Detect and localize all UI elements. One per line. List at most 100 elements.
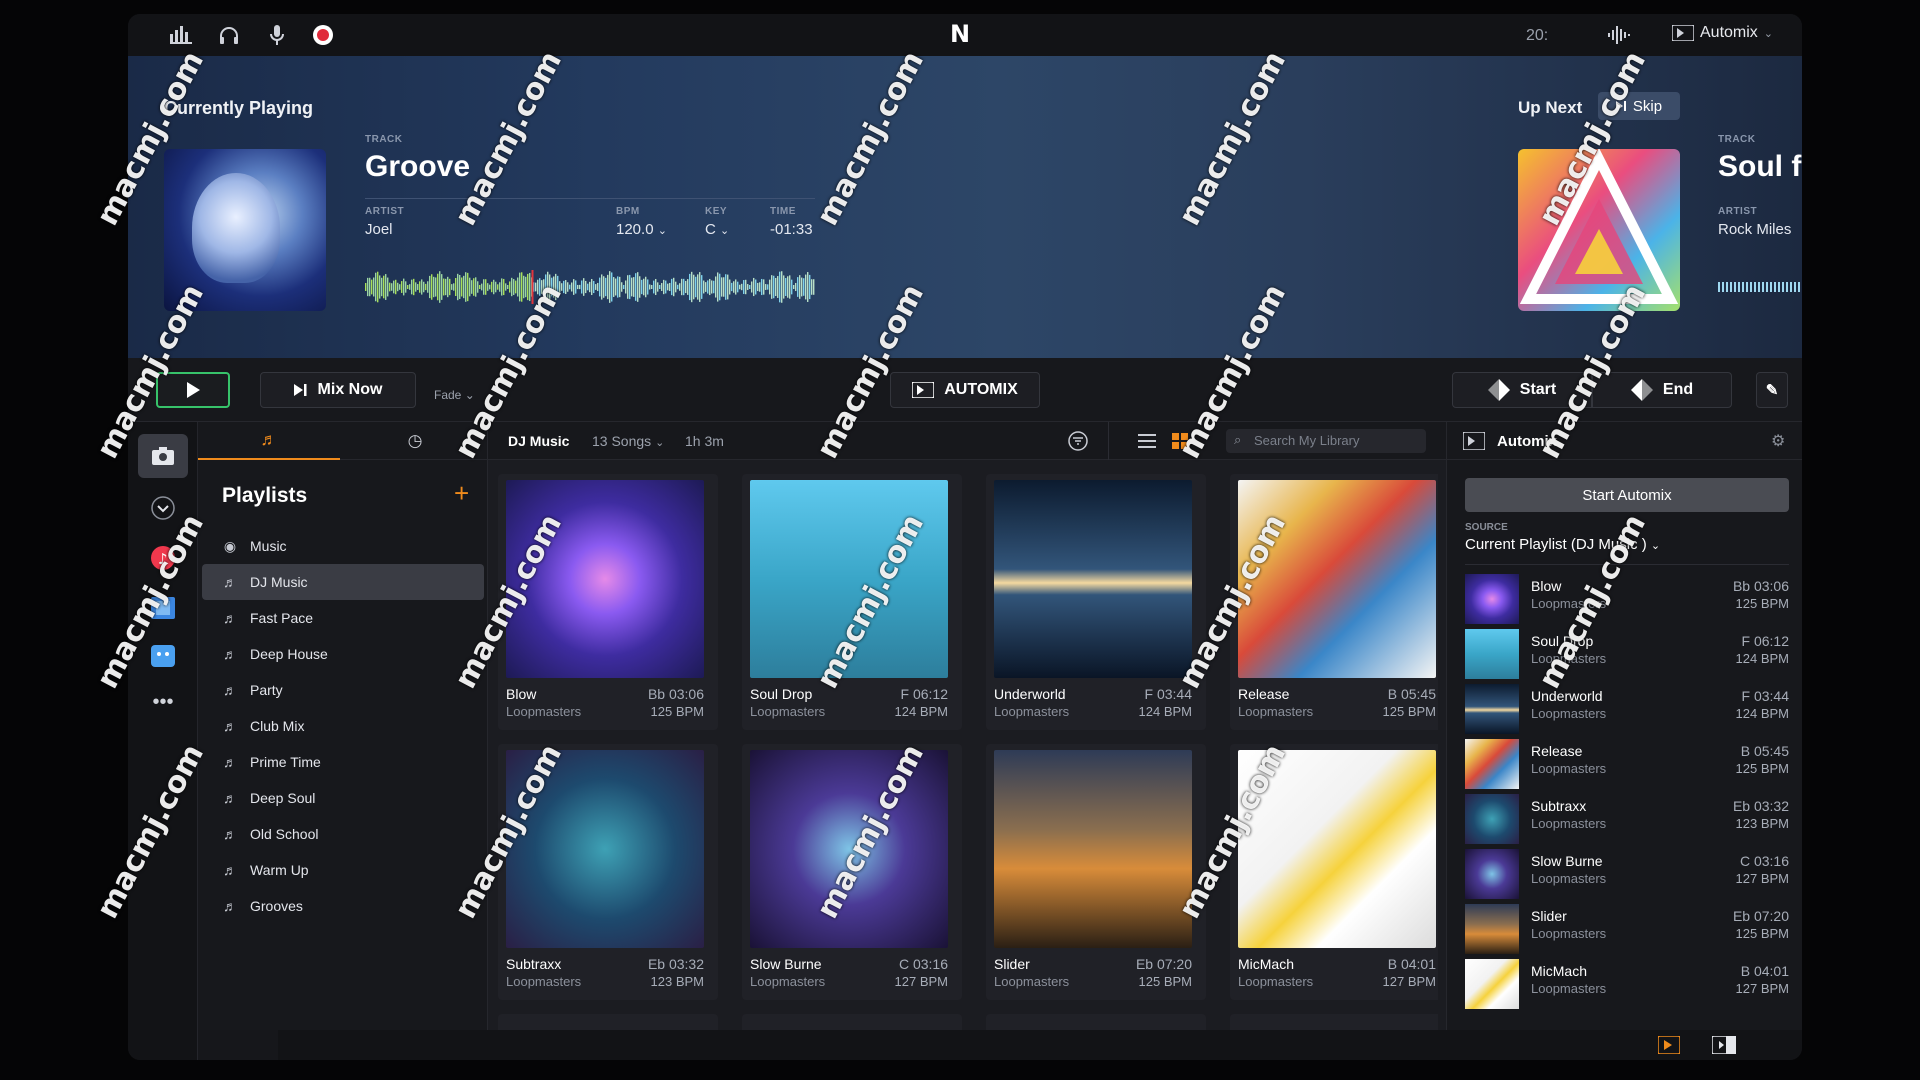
playlist-item[interactable]: ♬ Club Mix [202, 708, 484, 744]
waveform-bar [619, 276, 621, 298]
playlist-item[interactable]: ◉ Music [202, 528, 484, 564]
library-duration: 1h 3m [685, 433, 724, 449]
waveform-bar [459, 274, 461, 300]
end-point-button[interactable]: End [1592, 372, 1732, 408]
automix-play-icon[interactable] [1657, 1035, 1681, 1059]
waveform-bar [513, 279, 515, 295]
automix-button[interactable]: AUTOMIX [890, 372, 1040, 408]
automix-menu[interactable]: Automix ⌄ [1672, 24, 1773, 42]
waveform-bar [455, 278, 457, 296]
waveform-bar [497, 284, 499, 290]
playlist-item[interactable]: ♬ Grooves [202, 888, 484, 924]
start-automix-button[interactable]: Start Automix [1465, 478, 1789, 512]
playlist-item-label: Club Mix [250, 718, 305, 734]
playlist-item[interactable]: ♬ Warm Up [202, 852, 484, 888]
waveform-icon[interactable] [1606, 22, 1632, 48]
waveform-bar [403, 278, 405, 296]
song-title: Subtraxx [506, 956, 562, 972]
waveform-bar [653, 280, 655, 294]
tab-playlists[interactable]: ♬ [198, 422, 340, 460]
waveform-bar [603, 276, 605, 298]
waveform-bar [781, 271, 783, 303]
bpm-selector[interactable]: 120.0 ⌄ [616, 221, 667, 238]
queue-item[interactable]: Release Loopmasters B 05:45 125 BPM [1465, 737, 1789, 791]
queue-title: Slider [1531, 908, 1567, 924]
queue-item[interactable]: Slow Burne Loopmasters C 03:16 127 BPM [1465, 847, 1789, 901]
edit-button[interactable]: ✎ [1756, 372, 1788, 408]
playlist-item[interactable]: ♬ Old School [202, 816, 484, 852]
waveform-bar [719, 273, 721, 301]
song-card[interactable]: Slider Eb 07:20 Loopmasters 125 BPM [986, 744, 1206, 1000]
chevron-down-icon: ⌄ [1763, 27, 1774, 40]
mixer-icon[interactable] [168, 22, 194, 48]
more-icon[interactable]: ••• [138, 680, 188, 724]
waveform-bar [489, 284, 491, 290]
waveform-bar [595, 284, 597, 290]
playlist-list: ◉ Music ♬ DJ Music ♬ Fast Pace ♬ Deep House ♬ Par… [202, 528, 484, 924]
waveform-bar [749, 285, 751, 289]
queue-item[interactable]: Subtraxx Loopmasters Eb 03:32 123 BPM [1465, 792, 1789, 846]
waveform-bar [799, 275, 801, 299]
track-waveform[interactable] [365, 270, 815, 304]
waveform-bar [381, 277, 383, 297]
waveform-bar [633, 277, 635, 297]
top-bar: N 20: Automix ⌄ [128, 14, 1802, 56]
waveform-bar [433, 276, 435, 298]
headphones-icon[interactable] [216, 22, 242, 48]
waveform-bar [805, 274, 807, 300]
song-artwork [994, 750, 1192, 948]
waveform-bar [801, 277, 803, 297]
record-icon[interactable] [310, 22, 336, 48]
waveform-bar [389, 282, 391, 292]
queue-item[interactable]: MicMach Loopmasters B 04:01 127 BPM [1465, 957, 1789, 1011]
add-playlist-icon[interactable]: + [454, 478, 469, 509]
playlist-item[interactable]: ♬ Party [202, 672, 484, 708]
queue-bpm: 123 BPM [1735, 816, 1789, 831]
playlist-item[interactable]: ♬ Deep House [202, 636, 484, 672]
playlist-item[interactable]: ♬ DJ Music [202, 564, 484, 600]
waveform-bar [457, 273, 459, 301]
waveform-bar [613, 277, 615, 297]
filter-icon[interactable] [1068, 431, 1088, 454]
waveform-bar [473, 278, 475, 296]
waveform-bar [571, 282, 573, 292]
gear-icon[interactable]: ⚙ [1771, 431, 1785, 451]
playlist-item[interactable]: ♬ Prime Time [202, 744, 484, 780]
queue-item[interactable]: Blow Loopmasters Bb 03:06 125 BPM [1465, 572, 1789, 626]
waveform-bar [439, 271, 441, 303]
queue-title: Underworld [1531, 688, 1603, 704]
waveform-bar [405, 281, 407, 293]
song-key-duration: B 04:01 [1387, 956, 1436, 972]
playlist-item[interactable]: ♬ Deep Soul [202, 780, 484, 816]
search-icon: ⌕ [1234, 432, 1242, 447]
queue-item[interactable]: Soul Drop Loopmasters F 06:12 124 BPM [1465, 627, 1789, 681]
waveform-bar [483, 279, 485, 295]
waveform-bar [587, 283, 589, 291]
waveform-bar [583, 278, 585, 296]
waveform-bar [753, 277, 755, 297]
microphone-icon[interactable] [264, 22, 290, 48]
waveform-bar [695, 276, 697, 298]
waveform-bar [377, 271, 379, 303]
sidebar-toggle-icon[interactable] [1711, 1035, 1737, 1059]
waveform-bar [699, 272, 701, 302]
library-source-icon[interactable] [138, 434, 188, 478]
list-view-icon[interactable] [1138, 433, 1156, 452]
waveform-bar [599, 277, 601, 297]
song-card[interactable]: Underworld F 03:44 Loopmasters 124 BPM [986, 474, 1206, 730]
queue-item[interactable]: Slider Loopmasters Eb 07:20 125 BPM [1465, 902, 1789, 956]
waveform-bar [705, 282, 707, 292]
key-selector[interactable]: C ⌄ [705, 221, 729, 238]
mix-now-button[interactable]: Mix Now [260, 372, 416, 408]
song-count-selector[interactable]: 13 Songs ⌄ [592, 433, 664, 449]
song-card[interactable]: Blow Bb 03:06 Loopmasters 125 BPM [498, 474, 718, 730]
queue-artist: Loopmasters [1531, 706, 1607, 721]
song-title: Release [1238, 686, 1290, 702]
playlist-tabs: ♬ ◷ [198, 422, 488, 460]
waveform-bar [627, 275, 629, 299]
waveform-bar [387, 277, 389, 297]
fade-selector[interactable]: Fade ⌄ [434, 388, 475, 402]
playlist-item[interactable]: ♬ Fast Pace [202, 600, 484, 636]
search-input[interactable]: ⌕ Search My Library [1226, 429, 1426, 453]
queue-item[interactable]: Underworld Loopmasters F 03:44 124 BPM [1465, 682, 1789, 736]
